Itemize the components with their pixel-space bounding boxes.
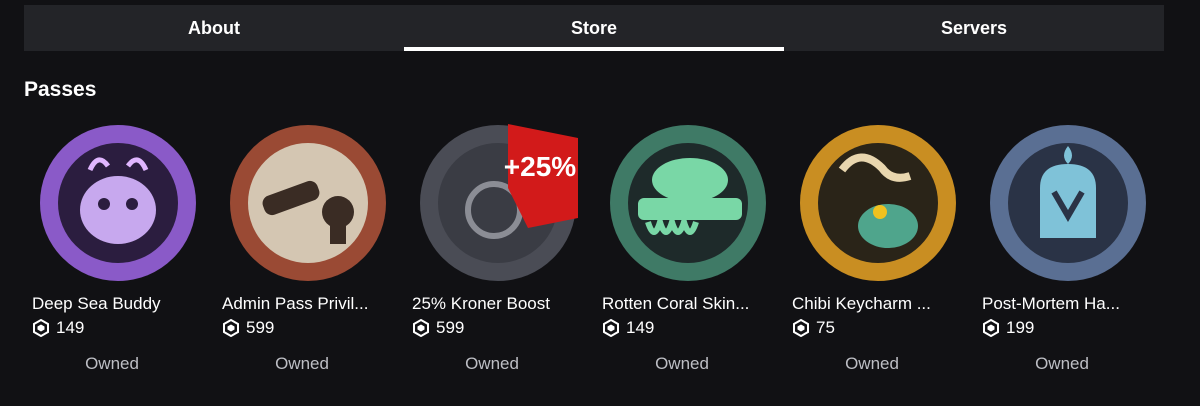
vase-base <box>330 224 346 244</box>
pass-card[interactable]: +25% 25% Kroner Boost 599 Owned <box>404 118 594 373</box>
robux-icon <box>413 319 429 337</box>
buddy-eye-right <box>126 198 138 210</box>
post-mortem-icon[interactable] <box>978 118 1158 288</box>
pass-name: Chibi Keycharm ... <box>792 294 931 313</box>
chibi-keycharm-icon[interactable] <box>788 118 968 288</box>
buddy-body <box>80 176 156 244</box>
coral-weapon <box>638 198 742 220</box>
pass-price: 599 <box>412 318 464 338</box>
post-mortem-bell <box>1040 164 1096 238</box>
pass-price: 149 <box>32 318 84 338</box>
robux-icon <box>223 319 239 337</box>
pass-card[interactable]: Deep Sea Buddy 149 Owned <box>24 118 214 373</box>
buddy-eye-left <box>98 198 110 210</box>
pass-price: 599 <box>222 318 274 338</box>
robux-icon <box>983 319 999 337</box>
pass-card[interactable]: Rotten Coral Skin... 149 Owned <box>594 118 784 373</box>
pass-price: 199 <box>982 318 1034 338</box>
tab-about[interactable]: About <box>24 5 404 51</box>
kroner-boost-icon[interactable]: +25% <box>408 118 588 288</box>
coral-skull <box>652 158 728 202</box>
owned-status: Owned <box>275 354 329 373</box>
deep-sea-buddy-icon[interactable] <box>28 118 208 288</box>
tab-bar: About Store Servers <box>24 5 1164 51</box>
owned-status: Owned <box>655 354 709 373</box>
vase-shape <box>322 196 354 228</box>
price-value: 75 <box>816 318 835 337</box>
chibi-eye <box>873 205 887 219</box>
boost-badge-text: +25% <box>504 151 576 182</box>
robux-icon <box>603 319 619 337</box>
pass-name: 25% Kroner Boost <box>412 294 550 313</box>
owned-status: Owned <box>1035 354 1089 373</box>
admin-pass-icon[interactable] <box>218 118 398 288</box>
pass-name: Rotten Coral Skin... <box>602 294 750 313</box>
robux-icon <box>33 319 49 337</box>
rotten-coral-skin-icon[interactable] <box>598 118 778 288</box>
pass-card[interactable]: Post-Mortem Ha... 199 Owned <box>974 118 1164 373</box>
tab-servers[interactable]: Servers <box>784 5 1164 51</box>
tab-store[interactable]: Store <box>404 5 784 51</box>
pass-price: 75 <box>792 318 835 338</box>
chibi-figure <box>858 204 918 248</box>
robux-icon <box>793 319 809 337</box>
pass-name: Post-Mortem Ha... <box>982 294 1120 313</box>
pass-card[interactable]: Chibi Keycharm ... 75 Owned <box>784 118 974 373</box>
pass-name: Admin Pass Privil... <box>222 294 369 313</box>
passes-grid: Deep Sea Buddy 149 Owned Admin Pass Priv… <box>24 118 1164 373</box>
owned-status: Owned <box>845 354 899 373</box>
price-value: 149 <box>56 318 85 337</box>
pass-name: Deep Sea Buddy <box>32 294 161 313</box>
owned-status: Owned <box>465 354 519 373</box>
price-value: 599 <box>246 318 275 337</box>
section-title-passes: Passes <box>24 78 97 101</box>
pass-price: 149 <box>602 318 654 338</box>
price-value: 199 <box>1006 318 1035 337</box>
owned-status: Owned <box>85 354 139 373</box>
price-value: 599 <box>436 318 465 337</box>
pass-card[interactable]: Admin Pass Privil... 599 Owned <box>214 118 404 373</box>
price-value: 149 <box>626 318 655 337</box>
